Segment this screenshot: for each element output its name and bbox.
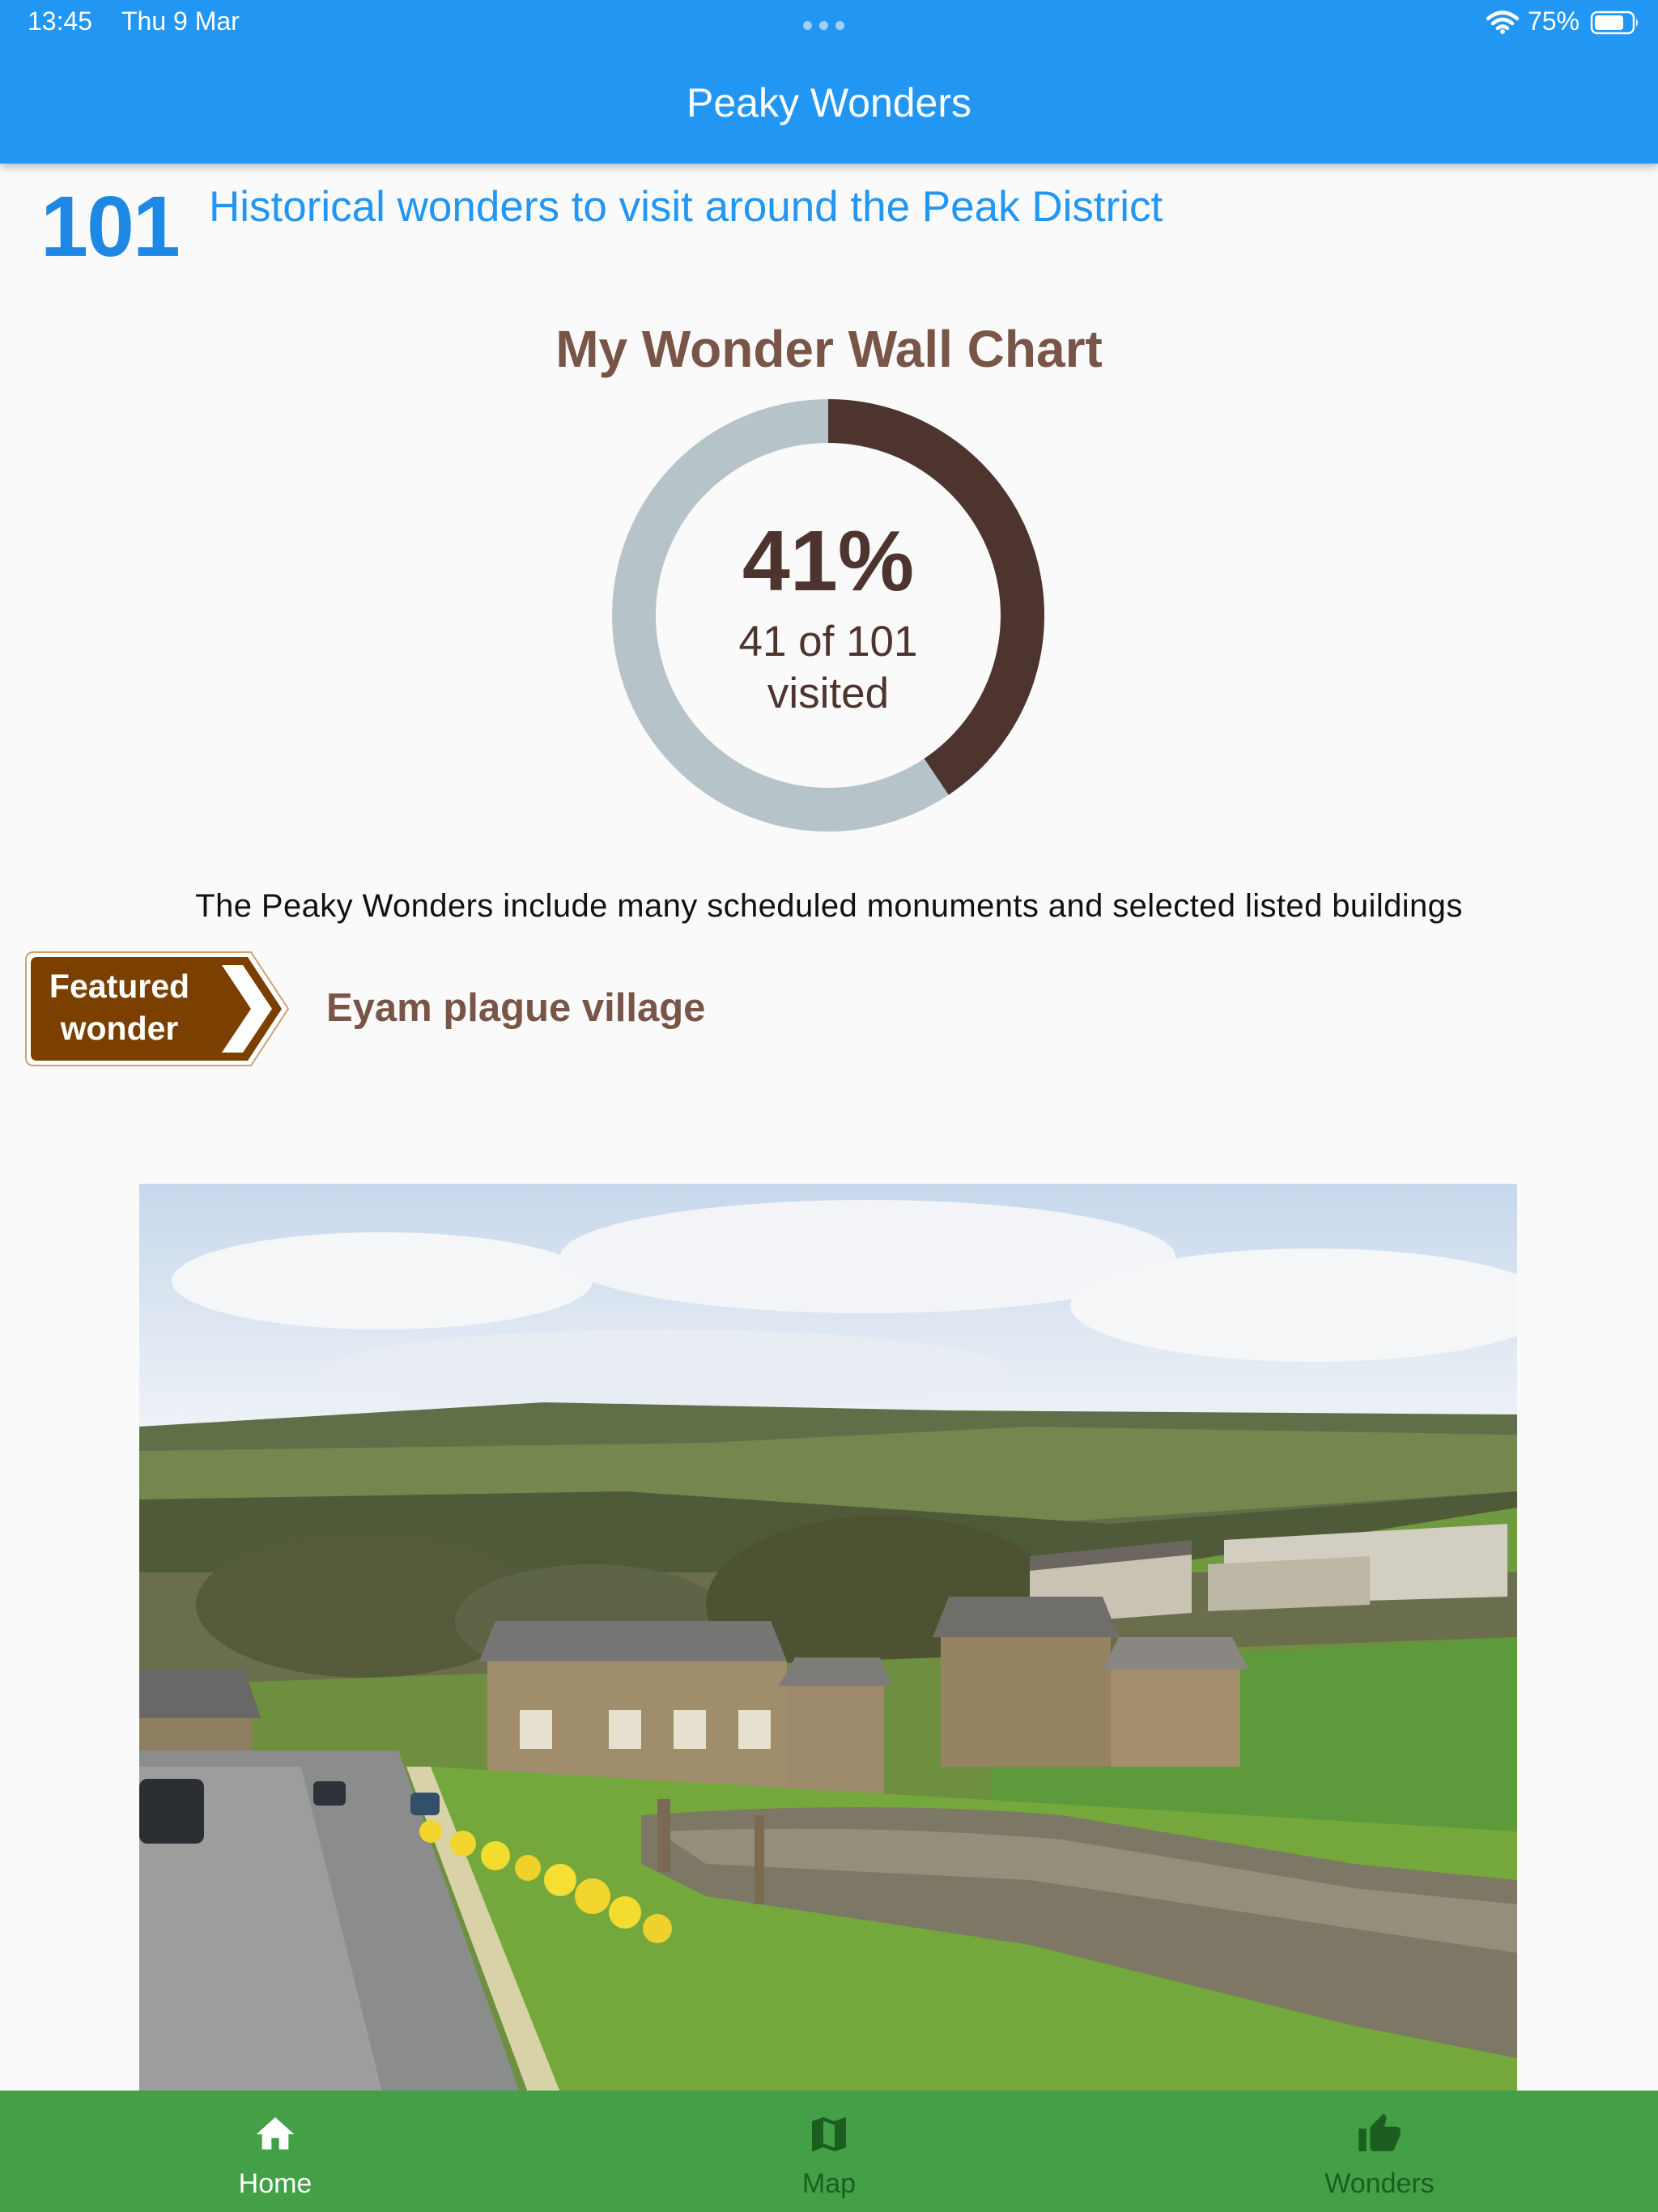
- app-bar: 13:45 Thu 9 Mar 75% Peaky Wonders: [0, 0, 1658, 164]
- status-time: 13:45: [28, 6, 93, 36]
- thumb-up-icon: [1358, 2113, 1401, 2151]
- nav-label-home: Home: [238, 2168, 312, 2199]
- featured-wonder-name[interactable]: Eyam plague village: [326, 985, 705, 1031]
- nav-label-wonders: Wonders: [1324, 2168, 1435, 2199]
- chart-title: My Wonder Wall Chart: [555, 320, 1103, 378]
- home-icon: [256, 2117, 295, 2150]
- battery-percentage: 75%: [1528, 6, 1580, 36]
- featured-badge-line2: wonder: [60, 1010, 179, 1047]
- visited-count-label: 41 of 101: [738, 618, 918, 666]
- status-date: Thu 9 Mar: [121, 6, 240, 36]
- bottom-navigation: Home Map Wonders: [0, 2091, 1658, 2212]
- wonders-count: 101: [40, 179, 181, 274]
- nav-item-map[interactable]: Map: [667, 2091, 991, 2212]
- wifi-icon: [1486, 11, 1519, 34]
- description-text: The Peaky Wonders include many scheduled…: [195, 888, 1463, 924]
- percent-visited: 41%: [742, 513, 915, 609]
- app-title: Peaky Wonders: [686, 80, 972, 125]
- intro-text: Historical wonders to visit around the P…: [209, 183, 1163, 231]
- battery-icon: [1590, 11, 1638, 35]
- map-icon: [812, 2117, 846, 2151]
- donut-center: 41% 41 of 101 visited: [612, 399, 1044, 832]
- multitasking-dots-icon[interactable]: [803, 21, 844, 30]
- nav-label-map: Map: [801, 2168, 857, 2199]
- nav-item-home[interactable]: Home: [113, 2091, 437, 2212]
- nav-item-wonders[interactable]: Wonders: [1218, 2091, 1541, 2212]
- featured-wonder-photo[interactable]: [139, 1184, 1517, 2092]
- visited-count: 41 of 101 visited: [612, 616, 1044, 720]
- featured-badge-label: Featured wonder: [32, 965, 206, 1049]
- featured-badge-line1: Featured: [49, 968, 190, 1005]
- visited-suffix: visited: [767, 670, 890, 717]
